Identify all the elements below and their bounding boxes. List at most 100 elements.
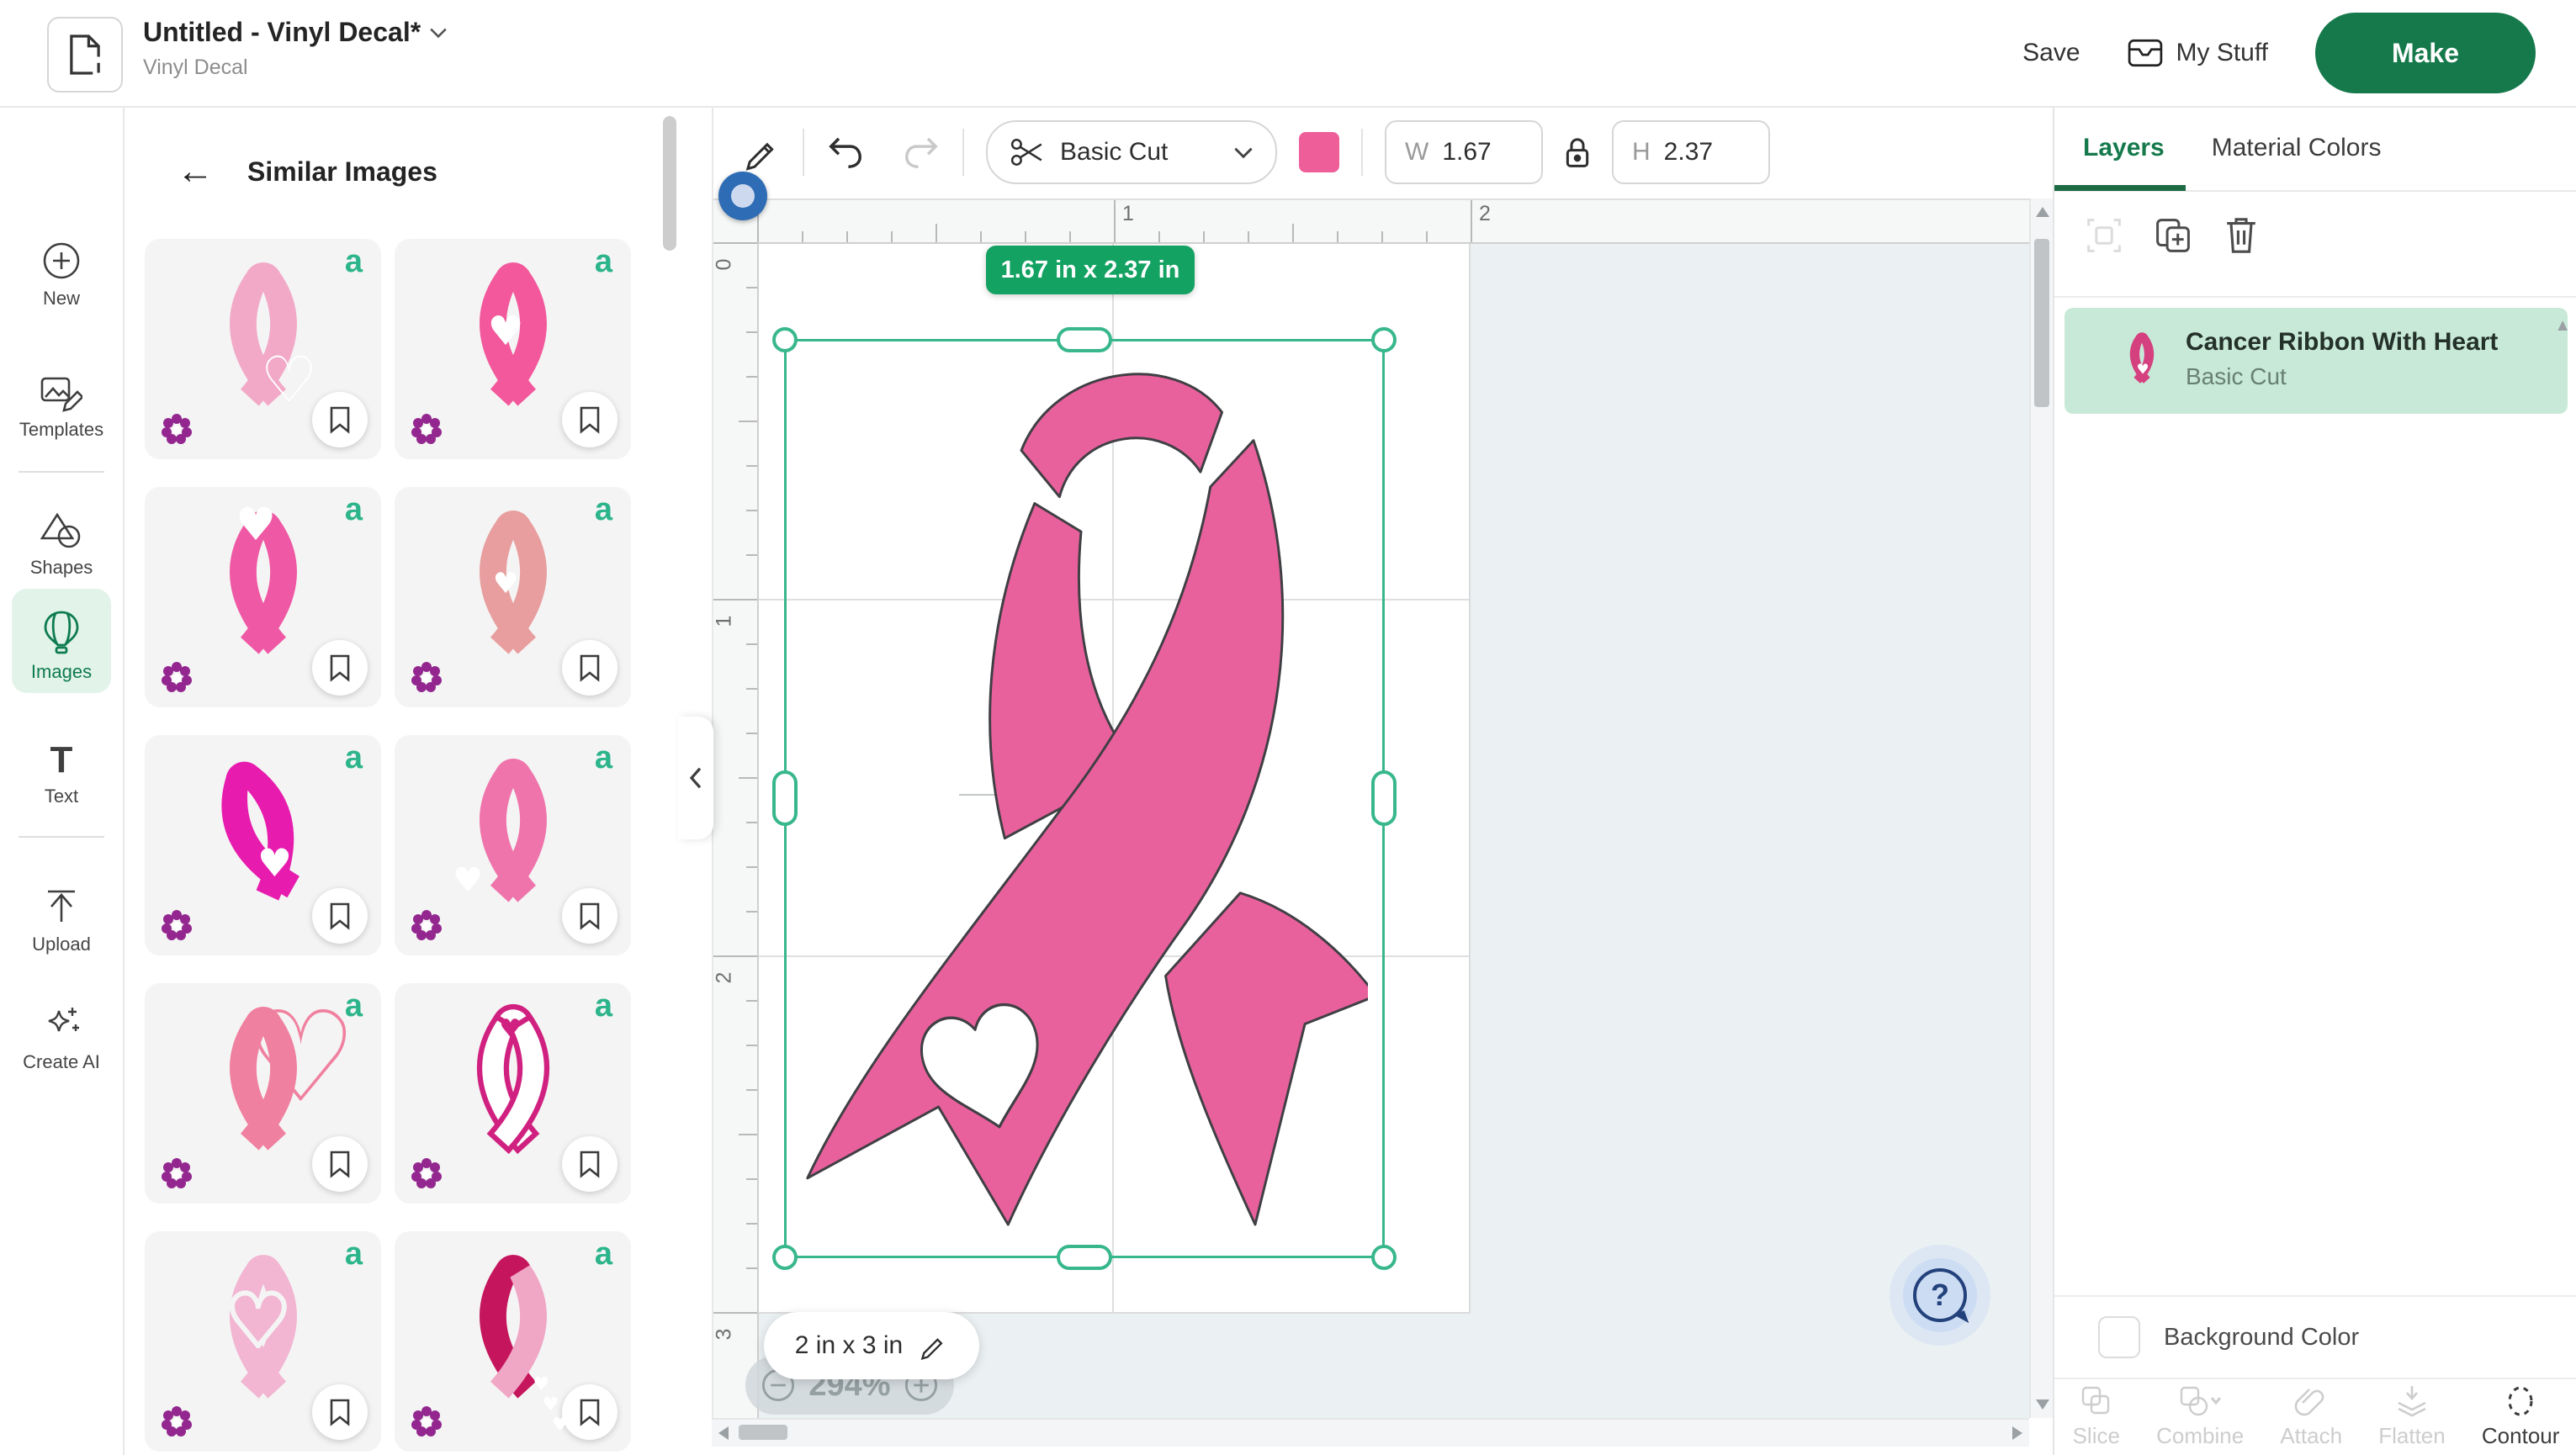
layers-panel: Layers Material Colors ♥ Cancer Ribbon W… bbox=[2053, 106, 2576, 1455]
image-tile-two-tone-ribbon-three-hearts[interactable]: a ♥♥♥ bbox=[395, 1231, 631, 1452]
canvas-toolbar: Basic Cut W 1.67 H 2.37 bbox=[712, 106, 2031, 200]
contour-button[interactable]: Contour bbox=[2482, 1384, 2560, 1449]
heart-accent: ♡ bbox=[244, 995, 357, 1121]
select-all-icon[interactable] bbox=[2085, 216, 2123, 255]
bookmark-button[interactable] bbox=[562, 888, 617, 944]
slice-button[interactable]: Slice bbox=[2073, 1384, 2120, 1449]
panel-tabs: Layers Material Colors bbox=[2054, 106, 2576, 192]
image-tile-ribbon-with-heart-outline[interactable]: a ♡ bbox=[145, 983, 381, 1204]
flower-icon bbox=[160, 908, 193, 942]
canvas-horizontal-scrollbar[interactable] bbox=[712, 1418, 2029, 1447]
panel-scrollbar-thumb[interactable] bbox=[663, 116, 676, 251]
sidebar-item-images[interactable]: Images bbox=[0, 611, 123, 683]
panel-divider bbox=[2054, 296, 2576, 298]
scroll-left-arrow[interactable] bbox=[718, 1426, 729, 1440]
height-field[interactable]: H 2.37 bbox=[1612, 120, 1770, 184]
resize-handle-bottom-left[interactable] bbox=[772, 1245, 798, 1270]
resize-handle-top-left[interactable] bbox=[772, 327, 798, 352]
bookmark-button[interactable] bbox=[312, 1136, 368, 1192]
bookmark-button[interactable] bbox=[312, 392, 368, 447]
layer-linetype: Basic Cut bbox=[2186, 363, 2287, 390]
vertical-ruler: 0123 bbox=[712, 242, 759, 1418]
cricut-access-icon: a bbox=[345, 492, 363, 528]
bookmark-button[interactable] bbox=[312, 1384, 368, 1440]
layer-row-selected[interactable]: ♥ Cancer Ribbon With Heart Basic Cut bbox=[2065, 308, 2568, 414]
image-tile-curvy-pink-ribbon-heart[interactable]: a ♥ bbox=[395, 735, 631, 955]
combine-button[interactable]: Combine bbox=[2156, 1384, 2244, 1449]
resize-handle-middle-left[interactable] bbox=[772, 770, 798, 826]
tab-material-colors[interactable]: Material Colors bbox=[2212, 134, 2382, 162]
attach-button[interactable]: Attach bbox=[2280, 1384, 2342, 1449]
sidebar-label: Create AI bbox=[23, 1051, 100, 1073]
make-button[interactable]: Make bbox=[2315, 13, 2536, 93]
canvas-vertical-scrollbar[interactable] bbox=[2029, 198, 2054, 1418]
contour-icon bbox=[2504, 1384, 2537, 1418]
my-stuff-button[interactable]: My Stuff bbox=[2128, 39, 2268, 67]
image-tile-magenta-ribbon-heart[interactable]: a ♥ bbox=[145, 735, 381, 955]
bookmark-button[interactable] bbox=[312, 640, 368, 696]
height-value: 2.37 bbox=[1664, 138, 1713, 167]
resize-handle-bottom-right[interactable] bbox=[1371, 1245, 1397, 1270]
undo-icon[interactable] bbox=[826, 133, 865, 172]
image-tile-pink-ribbon-heart-outline-tail[interactable]: a ♡ bbox=[145, 239, 381, 459]
lock-icon[interactable] bbox=[1561, 135, 1593, 170]
image-tile-outlined-ribbon-small-heart[interactable]: a ♥ bbox=[395, 983, 631, 1204]
layer-color-swatch[interactable] bbox=[1299, 132, 1339, 172]
linetype-dropdown[interactable]: Basic Cut bbox=[986, 120, 1277, 184]
bookmark-icon bbox=[328, 1150, 352, 1178]
delete-trash-icon[interactable] bbox=[2223, 215, 2260, 256]
tab-layers[interactable]: Layers bbox=[2083, 134, 2165, 162]
sidebar-divider bbox=[19, 471, 104, 473]
width-label: W bbox=[1405, 138, 1428, 167]
sidebar-item-upload[interactable]: Upload bbox=[0, 888, 123, 955]
heart-accent: ♥ bbox=[257, 844, 292, 882]
panel-collapse-tab[interactable] bbox=[678, 717, 713, 839]
back-arrow-icon[interactable]: ← bbox=[177, 153, 214, 190]
sidebar-item-text[interactable]: T Text bbox=[0, 742, 123, 807]
layers-scroll-up-arrow[interactable]: ▲ bbox=[2554, 316, 2571, 336]
scrollbar-thumb[interactable] bbox=[2034, 239, 2049, 407]
bookmark-button[interactable] bbox=[562, 1384, 617, 1440]
edit-pencil-icon[interactable] bbox=[742, 133, 781, 172]
my-stuff-label: My Stuff bbox=[2176, 39, 2268, 67]
heart-accent: ♥ bbox=[499, 1017, 522, 1042]
flower-icon bbox=[160, 1156, 193, 1190]
heart-accent: ♥ bbox=[533, 1376, 549, 1394]
scroll-up-arrow[interactable] bbox=[2036, 207, 2049, 217]
image-tile-light-pink-ribbon-center-heart[interactable]: a ♥ bbox=[145, 1231, 381, 1452]
selection-bounding-box[interactable] bbox=[784, 339, 1385, 1258]
bookmark-button[interactable] bbox=[312, 888, 368, 944]
heart-accent: ♥ bbox=[552, 1416, 569, 1435]
document-title-wrap[interactable]: Untitled - Vinyl Decal* bbox=[143, 17, 448, 48]
duplicate-icon[interactable] bbox=[2154, 216, 2192, 255]
bookmark-button[interactable] bbox=[562, 1136, 617, 1192]
help-button[interactable]: ? bbox=[1903, 1258, 1977, 1332]
background-color-label: Background Color bbox=[2164, 1324, 2359, 1352]
scrollbar-thumb[interactable] bbox=[739, 1425, 787, 1440]
image-tile-pink-ribbon-white-heart[interactable]: a ♥ bbox=[395, 239, 631, 459]
sidebar-item-shapes[interactable]: Shapes bbox=[0, 511, 123, 579]
sidebar-item-templates[interactable]: Templates bbox=[0, 373, 123, 441]
resize-handle-top-center[interactable] bbox=[1057, 327, 1112, 352]
background-color-checkbox[interactable] bbox=[2098, 1316, 2140, 1358]
image-tile-rose-ribbon-small-heart[interactable]: a ♥ bbox=[395, 487, 631, 707]
project-icon-button[interactable] bbox=[47, 17, 123, 93]
cursor-position-indicator bbox=[718, 172, 767, 220]
sidebar-item-new[interactable]: New bbox=[0, 241, 123, 310]
scroll-down-arrow[interactable] bbox=[2036, 1399, 2049, 1410]
resize-handle-middle-right[interactable] bbox=[1371, 770, 1397, 826]
save-button[interactable]: Save bbox=[2022, 39, 2080, 67]
bookmark-button[interactable] bbox=[562, 392, 617, 447]
sidebar-item-create-ai[interactable]: Create AI bbox=[0, 1003, 123, 1073]
resize-handle-bottom-center[interactable] bbox=[1057, 1245, 1112, 1270]
scroll-right-arrow[interactable] bbox=[2012, 1426, 2022, 1440]
image-tile-pink-ribbon-heart-loop[interactable]: a ♥ bbox=[145, 487, 381, 707]
resize-handle-top-right[interactable] bbox=[1371, 327, 1397, 352]
flatten-button[interactable]: Flatten bbox=[2378, 1384, 2446, 1449]
layer-name: Cancer Ribbon With Heart bbox=[2186, 328, 2498, 357]
redo-icon[interactable] bbox=[902, 133, 941, 172]
mat-size-control[interactable]: 2 in x 3 in bbox=[764, 1312, 979, 1379]
canvas-viewport[interactable]: 1.67 in x 2.37 in bbox=[755, 242, 2029, 1418]
width-field[interactable]: W 1.67 bbox=[1385, 120, 1543, 184]
bookmark-button[interactable] bbox=[562, 640, 617, 696]
